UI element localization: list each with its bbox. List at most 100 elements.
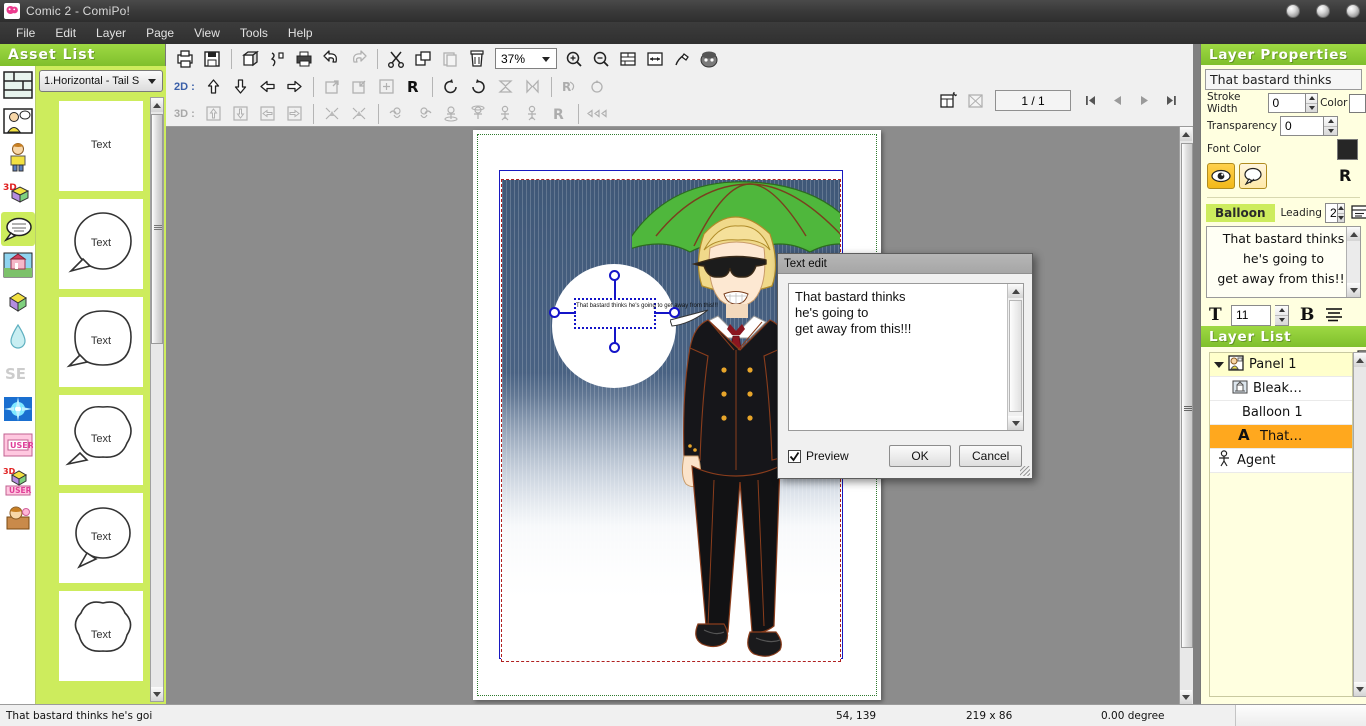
text-edit-scrollbar[interactable] <box>1007 284 1023 430</box>
character-icon[interactable] <box>1 140 35 174</box>
resize-handle-top[interactable] <box>609 270 620 281</box>
user-material-icon[interactable]: USER <box>1 428 35 462</box>
move-right-icon[interactable] <box>281 74 307 99</box>
transparency-stepper[interactable] <box>1324 116 1338 136</box>
scroll-thumb[interactable] <box>1009 300 1022 412</box>
font-icon[interactable]: T <box>1207 305 1227 326</box>
stepper-up[interactable] <box>1275 306 1288 316</box>
asset-list-scrollbar[interactable] <box>150 97 164 702</box>
fit-page-icon[interactable] <box>615 46 641 71</box>
align-center-icon[interactable] <box>1325 306 1343 325</box>
stepper-up[interactable] <box>1324 117 1337 127</box>
list-item[interactable]: Text <box>59 101 143 191</box>
stepper-down[interactable] <box>1324 127 1337 136</box>
rotate-left-icon[interactable] <box>438 74 464 99</box>
layer-tree[interactable]: Panel 1 Bleak… Balloon 1 A That… <box>1209 352 1353 697</box>
page-settings-icon[interactable] <box>264 46 290 71</box>
next-page-button[interactable] <box>1131 88 1157 113</box>
scroll-up-button[interactable] <box>1180 127 1192 141</box>
print-preview-icon[interactable] <box>172 46 198 71</box>
reset-transform-icon[interactable]: R <box>400 74 426 99</box>
canvas-vertical-scrollbar[interactable] <box>1179 127 1193 704</box>
stepper-up[interactable] <box>1338 204 1344 214</box>
resize-grip-icon[interactable] <box>1020 466 1030 476</box>
scroll-down-button[interactable] <box>1354 682 1366 696</box>
scroll-up-button[interactable] <box>1354 353 1366 367</box>
layer-name-field[interactable]: That bastard thinks <box>1205 69 1362 90</box>
menu-help[interactable]: Help <box>278 24 323 42</box>
scroll-down-button[interactable] <box>1008 416 1023 430</box>
resize-handle-left[interactable] <box>549 307 560 318</box>
layer-row-that[interactable]: A That… <box>1210 425 1352 449</box>
minimize-button[interactable] <box>1286 4 1300 18</box>
page-indicator[interactable]: 1 / 1 <box>995 90 1071 111</box>
asset-category-dropdown[interactable]: 1.Horizontal - Tail S <box>39 70 163 92</box>
item-icon[interactable] <box>1 284 35 318</box>
save-icon[interactable] <box>199 46 225 71</box>
preview-checkbox[interactable]: Preview <box>788 449 849 463</box>
zoom-combo[interactable]: 37% <box>495 48 557 69</box>
stroke-width-stepper[interactable] <box>1306 93 1318 113</box>
zoom-in-icon[interactable] <box>561 46 587 71</box>
scroll-down-button[interactable] <box>151 687 163 701</box>
cancel-button[interactable]: Cancel <box>959 445 1022 467</box>
move-down-icon[interactable] <box>227 74 253 99</box>
list-item[interactable]: Text <box>59 297 143 387</box>
stepper-down[interactable] <box>1306 104 1317 113</box>
pen-tool-icon[interactable] <box>669 46 695 71</box>
stepper-up[interactable] <box>1306 94 1317 104</box>
stroke-width-input[interactable]: 0 <box>1268 93 1306 113</box>
move-up-icon[interactable] <box>200 74 226 99</box>
layer-list-scrollbar[interactable] <box>1353 352 1366 697</box>
balloon-text-scrollbar[interactable] <box>1346 227 1360 297</box>
text-edit-dialog[interactable]: Text edit That bastard thinks he's going… <box>777 253 1033 479</box>
reset-icon[interactable]: R <box>1338 166 1356 187</box>
close-button[interactable] <box>1346 4 1360 18</box>
zoom-out-icon[interactable] <box>588 46 614 71</box>
character-maker-icon[interactable] <box>696 46 722 71</box>
last-page-button[interactable] <box>1158 88 1184 113</box>
menu-page[interactable]: Page <box>136 24 184 42</box>
delete-icon[interactable] <box>464 46 490 71</box>
add-page-icon[interactable] <box>935 88 961 113</box>
layer-row-panel1[interactable]: Panel 1 <box>1210 353 1352 377</box>
new-page-icon[interactable] <box>237 46 263 71</box>
menu-edit[interactable]: Edit <box>45 24 86 42</box>
move-left-icon[interactable] <box>254 74 280 99</box>
menu-file[interactable]: File <box>6 24 45 42</box>
undo-icon[interactable] <box>318 46 344 71</box>
print-icon[interactable] <box>291 46 317 71</box>
layer-row-agent[interactable]: Agent <box>1210 449 1352 473</box>
stepper-down[interactable] <box>1338 214 1344 223</box>
menu-layer[interactable]: Layer <box>86 24 136 42</box>
speech-balloon-icon[interactable] <box>1 212 35 246</box>
list-item[interactable]: Text <box>59 493 143 583</box>
stepper-down[interactable] <box>1275 316 1288 325</box>
balloon-tab[interactable]: Balloon <box>1206 204 1275 222</box>
maximize-button[interactable] <box>1316 4 1330 18</box>
text-selection-box[interactable]: That bastard thinks he's going to get aw… <box>574 298 656 329</box>
expander-icon[interactable] <box>1214 362 1224 368</box>
balloon-options-icon[interactable] <box>1351 205 1366 222</box>
leading-input[interactable]: 2 <box>1325 203 1338 223</box>
text-edit-input[interactable]: That bastard thinks he's going to get aw… <box>788 283 1024 431</box>
font-color-swatch[interactable] <box>1337 139 1358 160</box>
bold-button[interactable]: B <box>1299 305 1315 326</box>
menu-view[interactable]: View <box>184 24 230 42</box>
stroke-color-swatch[interactable] <box>1349 94 1366 113</box>
resize-handle-bottom[interactable] <box>609 342 620 353</box>
ok-button[interactable]: OK <box>889 445 952 467</box>
first-page-button[interactable] <box>1077 88 1103 113</box>
resize-handle-right[interactable] <box>669 307 680 318</box>
transparency-input[interactable]: 0 <box>1280 116 1324 136</box>
scroll-thumb[interactable] <box>1181 143 1193 648</box>
balloon-text-preview[interactable]: That bastard thinks he's going to get aw… <box>1206 226 1361 298</box>
scroll-down-button[interactable] <box>1347 283 1360 297</box>
canvas-area[interactable]: That bastard thinks he's going to get aw… <box>166 127 1193 704</box>
panel-layout-icon[interactable] <box>1 68 35 102</box>
leading-stepper[interactable] <box>1338 203 1345 223</box>
checkbox-icon[interactable] <box>788 450 801 463</box>
effect-drop-icon[interactable] <box>1 320 35 354</box>
background-icon[interactable] <box>1 248 35 282</box>
balloon-asset-list[interactable]: Text Text Text <box>38 97 164 702</box>
